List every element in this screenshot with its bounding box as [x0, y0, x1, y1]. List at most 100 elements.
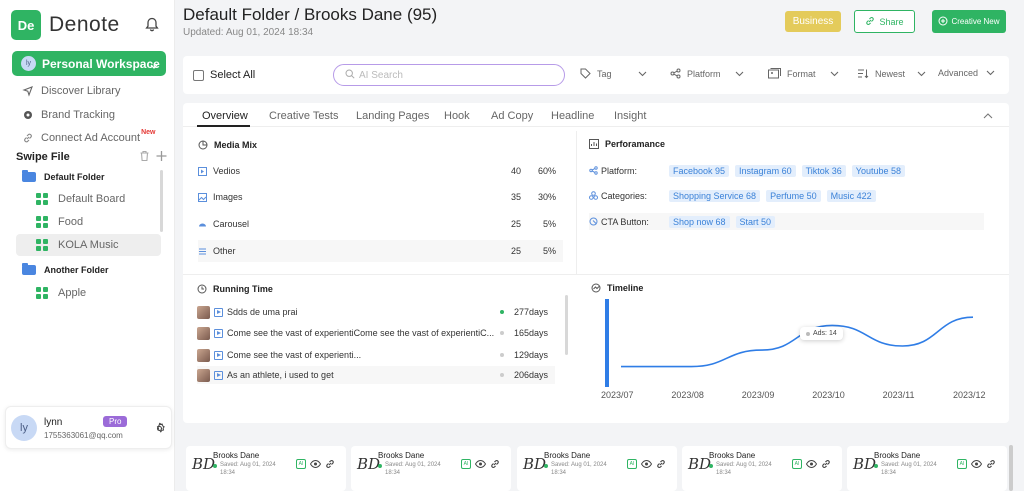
video-icon — [214, 350, 223, 360]
eye-icon[interactable] — [640, 459, 653, 471]
running-time-row[interactable]: Come see the vast of experienti... 129da… — [197, 346, 555, 364]
creative-card[interactable]: BD Brooks Dane Saved: Aug 01, 2024 18:34 AI — [186, 446, 346, 491]
creative-card[interactable]: BD Brooks Dane Saved: Aug 01, 2024 18:34 AI — [351, 446, 511, 491]
platform-filter[interactable]: Platform — [670, 68, 744, 79]
user-name: lynn — [44, 417, 63, 428]
format-filter[interactable]: Format — [768, 68, 839, 79]
advanced-label: Advanced — [938, 68, 979, 78]
business-button[interactable]: Business — [785, 11, 841, 32]
link-icon[interactable] — [821, 459, 831, 472]
board-item[interactable]: Food — [36, 211, 83, 233]
trash-icon[interactable] — [139, 150, 150, 165]
workspace-switcher[interactable]: ly Personal Workspace — [12, 51, 166, 76]
platform-chip[interactable]: Facebook 95 — [669, 164, 730, 177]
board-item[interactable]: Default Board — [36, 188, 125, 210]
ai-badge[interactable]: AI — [461, 459, 471, 469]
media-count: 40 — [511, 166, 522, 176]
share-nodes-icon — [589, 166, 598, 175]
timeline-x-tick-label: 2023/10 — [812, 390, 845, 400]
creative-new-button[interactable]: Creative New — [932, 10, 1006, 33]
share-nodes-icon — [670, 68, 681, 79]
chevron-down-icon — [986, 70, 995, 76]
tab-creative-tests[interactable]: Creative Tests — [269, 110, 339, 122]
sidebar-scrollbar[interactable] — [160, 170, 163, 232]
user-email: 1755363061@qq.com — [44, 431, 123, 440]
tab-hook[interactable]: Hook — [444, 110, 470, 122]
link-icon[interactable] — [490, 459, 500, 472]
user-card[interactable]: ly lynn Pro 1755363061@qq.com — [5, 406, 172, 449]
link-icon[interactable] — [986, 459, 996, 472]
tab-overview[interactable]: Overview — [202, 110, 248, 122]
platform-chip[interactable]: Instagram 60 — [735, 164, 796, 177]
ad-thumbnail — [197, 348, 210, 362]
ai-search[interactable] — [333, 64, 565, 86]
platform-chip[interactable]: Tiktok 36 — [801, 164, 846, 177]
tag-filter[interactable]: Tag — [580, 68, 647, 79]
tab-headline[interactable]: Headline — [551, 110, 594, 122]
ai-badge[interactable]: AI — [957, 459, 967, 469]
creative-card[interactable]: BD Brooks Dane Saved: Aug 01, 2024 18:34 AI — [847, 446, 1007, 491]
running-time-scrollbar[interactable] — [565, 295, 568, 355]
folder-icon — [22, 263, 36, 275]
plan-badge: Pro — [103, 416, 128, 427]
creative-card[interactable]: BD Brooks Dane Saved: Aug 01, 2024 18:34 AI — [682, 446, 842, 491]
ai-badge[interactable]: AI — [792, 459, 802, 469]
advanced-filter[interactable]: Advanced — [938, 68, 995, 78]
media-mix-title: Media Mix — [198, 140, 257, 150]
media-type: Carousel — [213, 219, 250, 229]
media-mix-row: Vedios 40 60% — [198, 160, 563, 182]
select-all-checkbox[interactable] — [193, 70, 204, 81]
add-icon[interactable] — [156, 150, 167, 165]
select-all-label[interactable]: Select All — [210, 69, 255, 81]
media-mix-row: Images 35 30% — [198, 186, 563, 208]
chevron-up-icon[interactable] — [983, 110, 993, 122]
bell-icon[interactable] — [145, 17, 159, 35]
plus-circle-icon — [938, 16, 948, 28]
sort-dropdown[interactable]: Newest — [857, 68, 926, 79]
running-time-row[interactable]: Sdds de uma prai 277days — [197, 303, 555, 321]
eye-icon[interactable] — [970, 459, 983, 471]
status-dot-inactive — [500, 373, 504, 377]
video-icon — [214, 370, 223, 380]
search-input[interactable] — [359, 69, 539, 81]
tab-landing-pages[interactable]: Landing Pages — [356, 110, 429, 122]
eye-icon[interactable] — [474, 459, 487, 471]
tooltip-dot — [806, 331, 810, 336]
ai-badge[interactable]: AI — [296, 459, 306, 469]
folder-another[interactable]: Another Folder — [22, 263, 109, 275]
creative-card[interactable]: BD Brooks Dane Saved: Aug 01, 2024 18:34 AI — [517, 446, 677, 491]
running-time-row[interactable]: As an athlete, i used to get 206days — [197, 366, 555, 384]
link-icon[interactable] — [325, 459, 335, 472]
media-count: 25 — [511, 219, 522, 229]
category-chip[interactable]: Music 422 — [826, 189, 876, 202]
ai-badge[interactable]: AI — [627, 459, 637, 469]
category-chip[interactable]: Shopping Service 68 — [669, 189, 761, 202]
page-scrollbar[interactable] — [1009, 445, 1013, 491]
board-item[interactable]: Apple — [36, 282, 86, 304]
category-chip[interactable]: Perfume 50 — [766, 189, 821, 202]
running-time-row[interactable]: Come see the vast of experientiCome see … — [197, 324, 555, 342]
tag-label: Tag — [597, 68, 612, 79]
board-item-active[interactable]: KOLA Music — [16, 234, 161, 256]
media-mix-row: Other 25 5% — [198, 240, 563, 262]
nav-brand-tracking[interactable]: Brand Tracking — [22, 109, 115, 121]
tab-ad-copy[interactable]: Ad Copy — [491, 110, 533, 122]
share-button[interactable]: Share — [854, 10, 915, 33]
link-icon[interactable] — [656, 459, 666, 472]
platform-chip[interactable]: Youtube 58 — [851, 164, 905, 177]
timeline-x-tick-label: 2023/12 — [953, 390, 986, 400]
timeline-title: Timeline — [591, 283, 643, 293]
tab-insight[interactable]: Insight — [614, 110, 646, 122]
running-days: 129days — [514, 350, 549, 360]
app-logo[interactable]: De Denote — [11, 10, 120, 40]
nav-discover-library[interactable]: Discover Library — [22, 85, 120, 97]
eye-icon[interactable] — [805, 459, 818, 471]
cta-chip[interactable]: Shop now 68 — [669, 215, 730, 228]
folder-default[interactable]: Default Folder — [22, 170, 105, 182]
folder-name: Default Folder — [44, 172, 105, 182]
cta-chip[interactable]: Start 50 — [735, 215, 776, 228]
eye-icon[interactable] — [309, 459, 322, 471]
brand-logo: BD — [688, 455, 712, 473]
nav-connect-ad-account[interactable]: Connect Ad Account New — [22, 129, 155, 144]
gear-icon[interactable] — [153, 422, 166, 438]
